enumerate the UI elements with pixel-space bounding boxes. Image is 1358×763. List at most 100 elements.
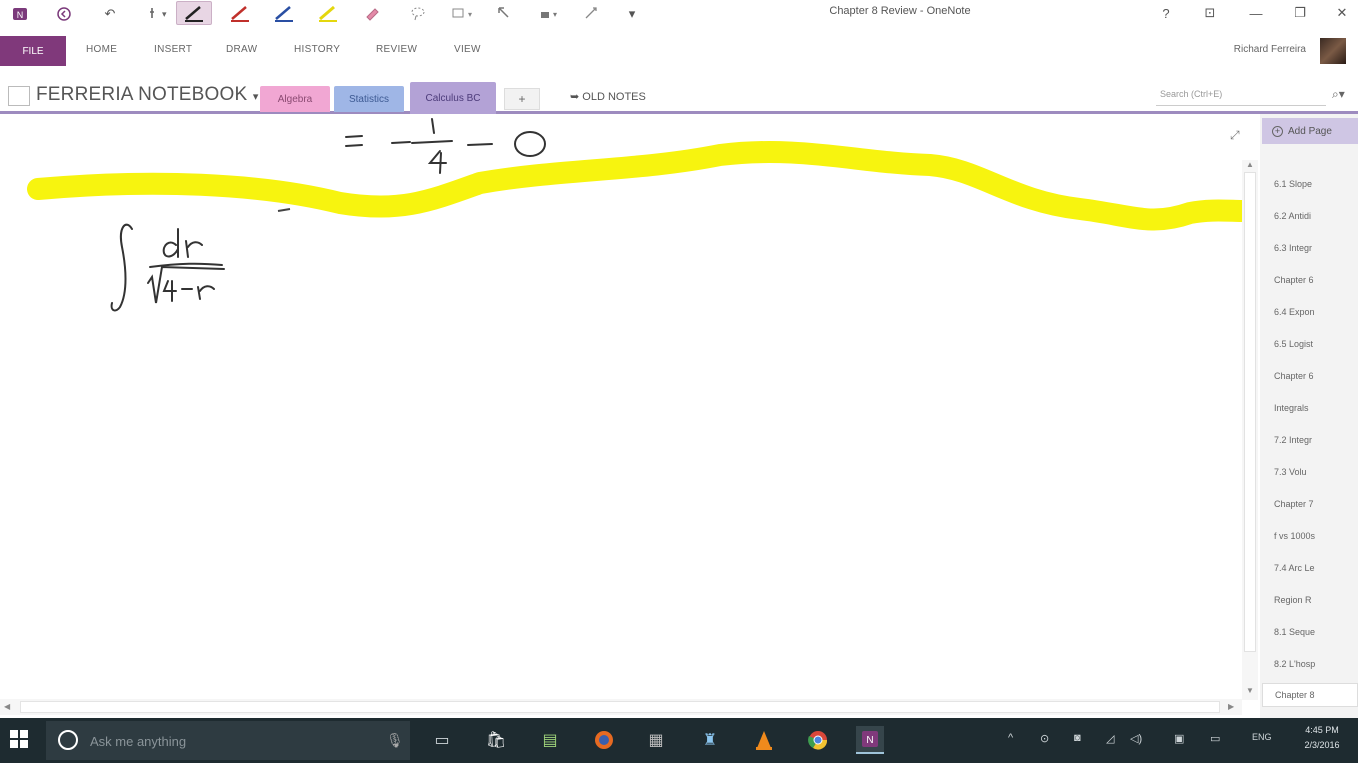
page-item[interactable]: 8.2 L'hosp [1262,652,1358,676]
scroll-down-icon[interactable]: ▼ [1246,686,1254,695]
lasso-icon[interactable] [400,1,436,25]
page-item-selected[interactable]: Chapter 8 [1262,683,1358,707]
old-notes-group[interactable]: ➥ OLD NOTES [570,90,646,103]
cortana-icon [58,730,78,750]
back-icon[interactable] [52,4,76,24]
horizontal-scroll-thumb[interactable] [20,701,1220,713]
window-title: Chapter 8 Review - OneNote [829,5,971,17]
chevron-down-icon: ▾ [252,91,259,103]
close-icon[interactable]: ✕ [1326,2,1358,24]
cortana-placeholder: Ask me anything [90,734,187,749]
page-item[interactable]: 6.5 Logist [1262,332,1358,356]
highlighter-pen-icon[interactable] [310,1,346,25]
file-explorer-icon[interactable]: ▤ [536,726,564,754]
app-tray-icon[interactable]: ⊙ [1040,732,1049,745]
cortana-search-box[interactable]: Ask me anything 🎙 [46,721,410,760]
notebook-icon [8,86,30,106]
page-item[interactable]: 6.1 Slope [1262,172,1358,196]
language-indicator[interactable]: ENG [1252,732,1272,742]
network-icon[interactable]: ◿ [1106,732,1114,745]
chrome-icon[interactable] [804,726,832,754]
page-item[interactable]: Region R [1262,588,1358,612]
touch-mode-icon[interactable]: ▾ [144,4,174,24]
vertical-scroll-thumb[interactable] [1244,172,1256,652]
notebook-bar: FERRERIA NOTEBOOK ▾ Algebra Statistics C… [0,78,1358,114]
page-item[interactable]: Chapter 7 [1262,492,1358,516]
notebook-title[interactable]: FERRERIA NOTEBOOK ▾ [36,84,259,106]
pan-icon[interactable] [486,1,522,25]
page-item[interactable]: 6.4 Expon [1262,300,1358,324]
windows-start-icon[interactable] [10,730,30,750]
add-page-label: Add Page [1288,125,1332,137]
tab-draw[interactable]: DRAW [226,44,257,55]
blue-pen-icon[interactable] [266,1,302,25]
expand-icon[interactable]: ⤢ [1230,128,1240,143]
customize-toolbar-icon[interactable]: ▾ [622,4,642,24]
section-tab-calculus-bc[interactable]: Calculus BC [410,82,496,114]
page-item[interactable]: 6.3 Integr [1262,236,1358,260]
action-center-icon[interactable]: ▣ [1174,732,1184,745]
show-hidden-icons-icon[interactable]: ^ [1008,732,1013,744]
add-section-button[interactable]: + [504,88,540,110]
tab-view[interactable]: VIEW [454,44,481,55]
store-icon[interactable]: 🛍 [482,726,510,754]
eraser-icon[interactable] [354,1,390,25]
tab-insert[interactable]: INSERT [154,44,192,55]
tab-home[interactable]: HOME [86,44,117,55]
task-view-icon[interactable]: ▭ [428,726,456,754]
rotate-icon[interactable] [574,1,610,25]
highlighter-stroke [27,141,1242,231]
system-clock[interactable]: 4:45 PM 2/3/2016 [1292,723,1352,753]
page-item[interactable]: Chapter 6 [1262,268,1358,292]
help-icon[interactable]: ? [1150,2,1182,24]
red-pen-icon[interactable] [222,1,258,25]
app-tray-icon[interactable]: ◙ [1074,732,1081,744]
ribbon-tabs: FILE HOME INSERT DRAW HISTORY REVIEW VIE… [0,28,1358,70]
page-item[interactable]: 8.1 Seque [1262,620,1358,644]
microphone-icon[interactable]: 🎙 [386,732,404,749]
page-item[interactable]: Chapter 6 [1262,364,1358,388]
ink-to-math-icon[interactable]: ▾ [530,1,566,25]
firefox-icon[interactable] [590,726,618,754]
volume-icon[interactable]: ◁) [1130,732,1142,745]
integral-ink [110,223,225,312]
page-item[interactable]: 7.4 Arc Le [1262,556,1358,580]
search-input[interactable]: Search (Ctrl+E) [1156,86,1326,106]
onenote-app-icon[interactable]: N [8,4,32,24]
page-item[interactable]: 7.2 Integr [1262,428,1358,452]
undo-icon[interactable]: ↶ [98,4,122,24]
equation-ink [345,118,546,174]
scroll-left-icon[interactable]: ◀ [4,702,10,711]
file-tab[interactable]: FILE [0,36,66,66]
scroll-up-icon[interactable]: ▲ [1246,160,1254,169]
scroll-right-icon[interactable]: ▶ [1228,702,1234,711]
add-page-button[interactable]: + Add Page [1262,118,1358,144]
tab-history[interactable]: HISTORY [294,44,340,55]
page-item[interactable]: 7.3 Volu [1262,460,1358,484]
app-icon[interactable]: ▦ [642,726,670,754]
minimize-icon[interactable]: — [1240,2,1272,24]
notebook-title-text: FERRERIA NOTEBOOK [36,84,248,105]
ribbon-display-icon[interactable]: ⊡ [1194,2,1226,24]
onenote-taskbar-icon[interactable]: N [856,726,884,754]
black-pen-icon[interactable] [176,1,212,25]
svg-text:N: N [866,735,873,746]
page-item[interactable]: 6.2 Antidi [1262,204,1358,228]
clock-time: 4:45 PM [1305,725,1339,735]
section-tab-statistics[interactable]: Statistics [334,86,404,112]
avatar[interactable] [1320,38,1346,64]
page-item[interactable]: f vs 1000s [1262,524,1358,548]
user-name[interactable]: Richard Ferreira [1234,44,1306,55]
vlc-icon[interactable] [750,726,778,754]
page-item[interactable]: Integrals [1262,396,1358,420]
app-icon[interactable]: ♜ [696,726,724,754]
taskbar: Ask me anything 🎙 ▭ 🛍 ▤ ▦ ♜ N ^ ⊙ ◙ ◿ ◁)… [0,718,1358,763]
search-icon[interactable]: ⌕▾ [1332,87,1345,102]
tab-review[interactable]: REVIEW [376,44,417,55]
maximize-icon[interactable]: ❐ [1284,2,1316,24]
note-canvas[interactable] [0,117,1242,699]
keyboard-icon[interactable]: ▭ [1210,732,1220,745]
insert-space-icon[interactable]: ▾ [444,1,480,25]
section-tab-algebra[interactable]: Algebra [260,86,330,112]
svg-text:▾: ▾ [553,10,557,19]
